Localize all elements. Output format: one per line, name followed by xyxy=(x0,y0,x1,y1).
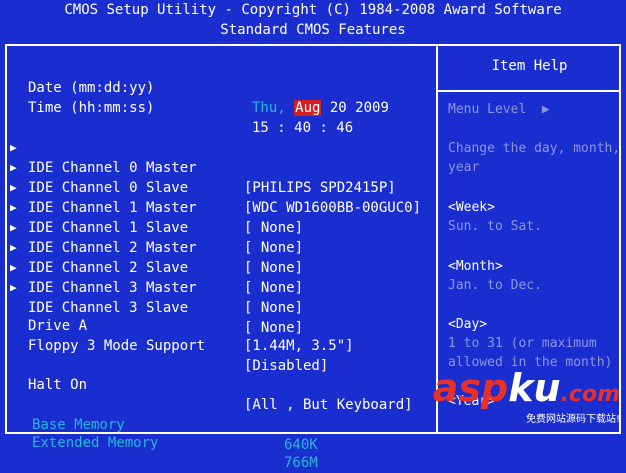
help-month-text: Jan. to Dec. xyxy=(448,278,542,293)
ide-row[interactable]: ▶ IDE Channel 2 Slave [ None] xyxy=(0,218,303,296)
submenu-arrow-icon: ▶ xyxy=(10,281,17,294)
extended-memory-value: 766M xyxy=(284,455,318,471)
time-value[interactable]: 15 : 40 : 46 xyxy=(252,118,353,138)
ide-row[interactable]: ▶ IDE Channel 1 Slave [ None] xyxy=(0,178,303,256)
time-label: Time (hh:mm:ss) xyxy=(28,100,155,116)
ide-row[interactable]: ▶ IDE Channel 3 Slave [ None] xyxy=(0,258,303,336)
help-day-title: <Day> xyxy=(448,317,488,332)
watermark-subtitle: 免费网站源码下载站! xyxy=(525,414,620,425)
page-title: Standard CMOS Features xyxy=(220,22,406,38)
ide-row[interactable]: ▶ IDE Channel 0 Master [PHILIPS SPD2415P… xyxy=(0,118,396,196)
help-week-title: <Week> xyxy=(448,200,495,215)
ide-label: IDE Channel 1 Master xyxy=(28,200,197,216)
time-row[interactable]: Time (hh:mm:ss) 15 : 40 : 46 xyxy=(0,78,353,136)
menu-level: Menu Level ▶ xyxy=(448,102,550,117)
base-memory-row: Base Memory 640K xyxy=(0,395,318,453)
floppy-row[interactable]: Floppy 3 Mode Support [Disabled] xyxy=(0,316,328,374)
title-bar: CMOS Setup Utility - Copyright (C) 1984-… xyxy=(0,0,626,44)
date-month-field[interactable]: Aug xyxy=(294,100,322,116)
base-memory-value: 640K xyxy=(284,437,318,453)
ide-value[interactable]: [PHILIPS SPD2415P] xyxy=(244,178,396,198)
help-month-title: <Month> xyxy=(448,259,503,274)
extended-memory-row: Extended Memory 766M xyxy=(0,413,318,471)
help-description: Change the day, month, year xyxy=(448,141,621,175)
ide-value[interactable]: [ None] xyxy=(244,278,303,298)
utility-title: CMOS Setup Utility - Copyright (C) 1984-… xyxy=(64,2,562,18)
ide-value[interactable]: [ None] xyxy=(244,238,303,258)
drive-a-value[interactable]: [1.44M, 3.5"] xyxy=(244,336,354,356)
ide-row[interactable]: ▶ IDE Channel 2 Master [ None] xyxy=(0,198,303,276)
ide-label: IDE Channel 0 Slave xyxy=(28,180,189,196)
halt-value[interactable]: [All , But Keyboard] xyxy=(244,395,413,415)
ide-label: IDE Channel 0 Master xyxy=(28,160,197,176)
ide-value[interactable]: [ None] xyxy=(244,258,303,278)
date-day: Thu, xyxy=(252,100,286,116)
floppy-value[interactable]: [Disabled] xyxy=(244,356,328,376)
date-rest[interactable]: 20 2009 xyxy=(321,100,389,116)
ide-value[interactable]: [ None] xyxy=(244,318,303,338)
watermark-logo: aspku.com 免费网站源码下载站! xyxy=(433,369,620,426)
halt-label: Halt On xyxy=(28,377,88,393)
drive-a-row[interactable]: Drive A [1.44M, 3.5"] xyxy=(0,296,354,354)
extended-memory-label: Extended Memory xyxy=(32,435,159,451)
ide-label: IDE Channel 2 Master xyxy=(28,240,197,256)
ide-label: IDE Channel 3 Slave xyxy=(28,300,189,316)
ide-row[interactable]: ▶ IDE Channel 1 Master [ None] xyxy=(0,158,303,236)
date-row[interactable]: Date (mm:dd:yy) Thu, Aug 20 2009 xyxy=(0,58,389,116)
base-memory-label: Base Memory xyxy=(32,417,125,433)
ide-label: IDE Channel 3 Master xyxy=(28,280,197,296)
drive-a-label: Drive A xyxy=(28,318,88,334)
date-label: Date (mm:dd:yy) xyxy=(28,80,155,96)
floppy-label: Floppy 3 Mode Support xyxy=(28,338,206,354)
help-week-text: Sun. to Sat. xyxy=(448,219,542,234)
ide-row[interactable]: ▶ IDE Channel 3 Master [ None] xyxy=(0,238,303,316)
ide-value[interactable]: [ None] xyxy=(244,298,303,318)
halt-row[interactable]: Halt On [All , But Keyboard] xyxy=(0,355,413,413)
help-title: Item Help xyxy=(491,58,568,74)
help-separator xyxy=(438,90,621,92)
ide-value[interactable]: [WDC WD1600BB-00GUC0] xyxy=(244,198,421,218)
ide-value[interactable]: [ None] xyxy=(244,218,303,238)
ide-row[interactable]: ▶ IDE Channel 0 Slave [WDC WD1600BB-00GU… xyxy=(0,138,421,216)
ide-label: IDE Channel 1 Slave xyxy=(28,220,189,236)
ide-label: IDE Channel 2 Slave xyxy=(28,260,189,276)
date-value[interactable]: Thu, Aug 20 2009 xyxy=(252,98,389,118)
watermark-text: aspku.com xyxy=(432,366,620,410)
